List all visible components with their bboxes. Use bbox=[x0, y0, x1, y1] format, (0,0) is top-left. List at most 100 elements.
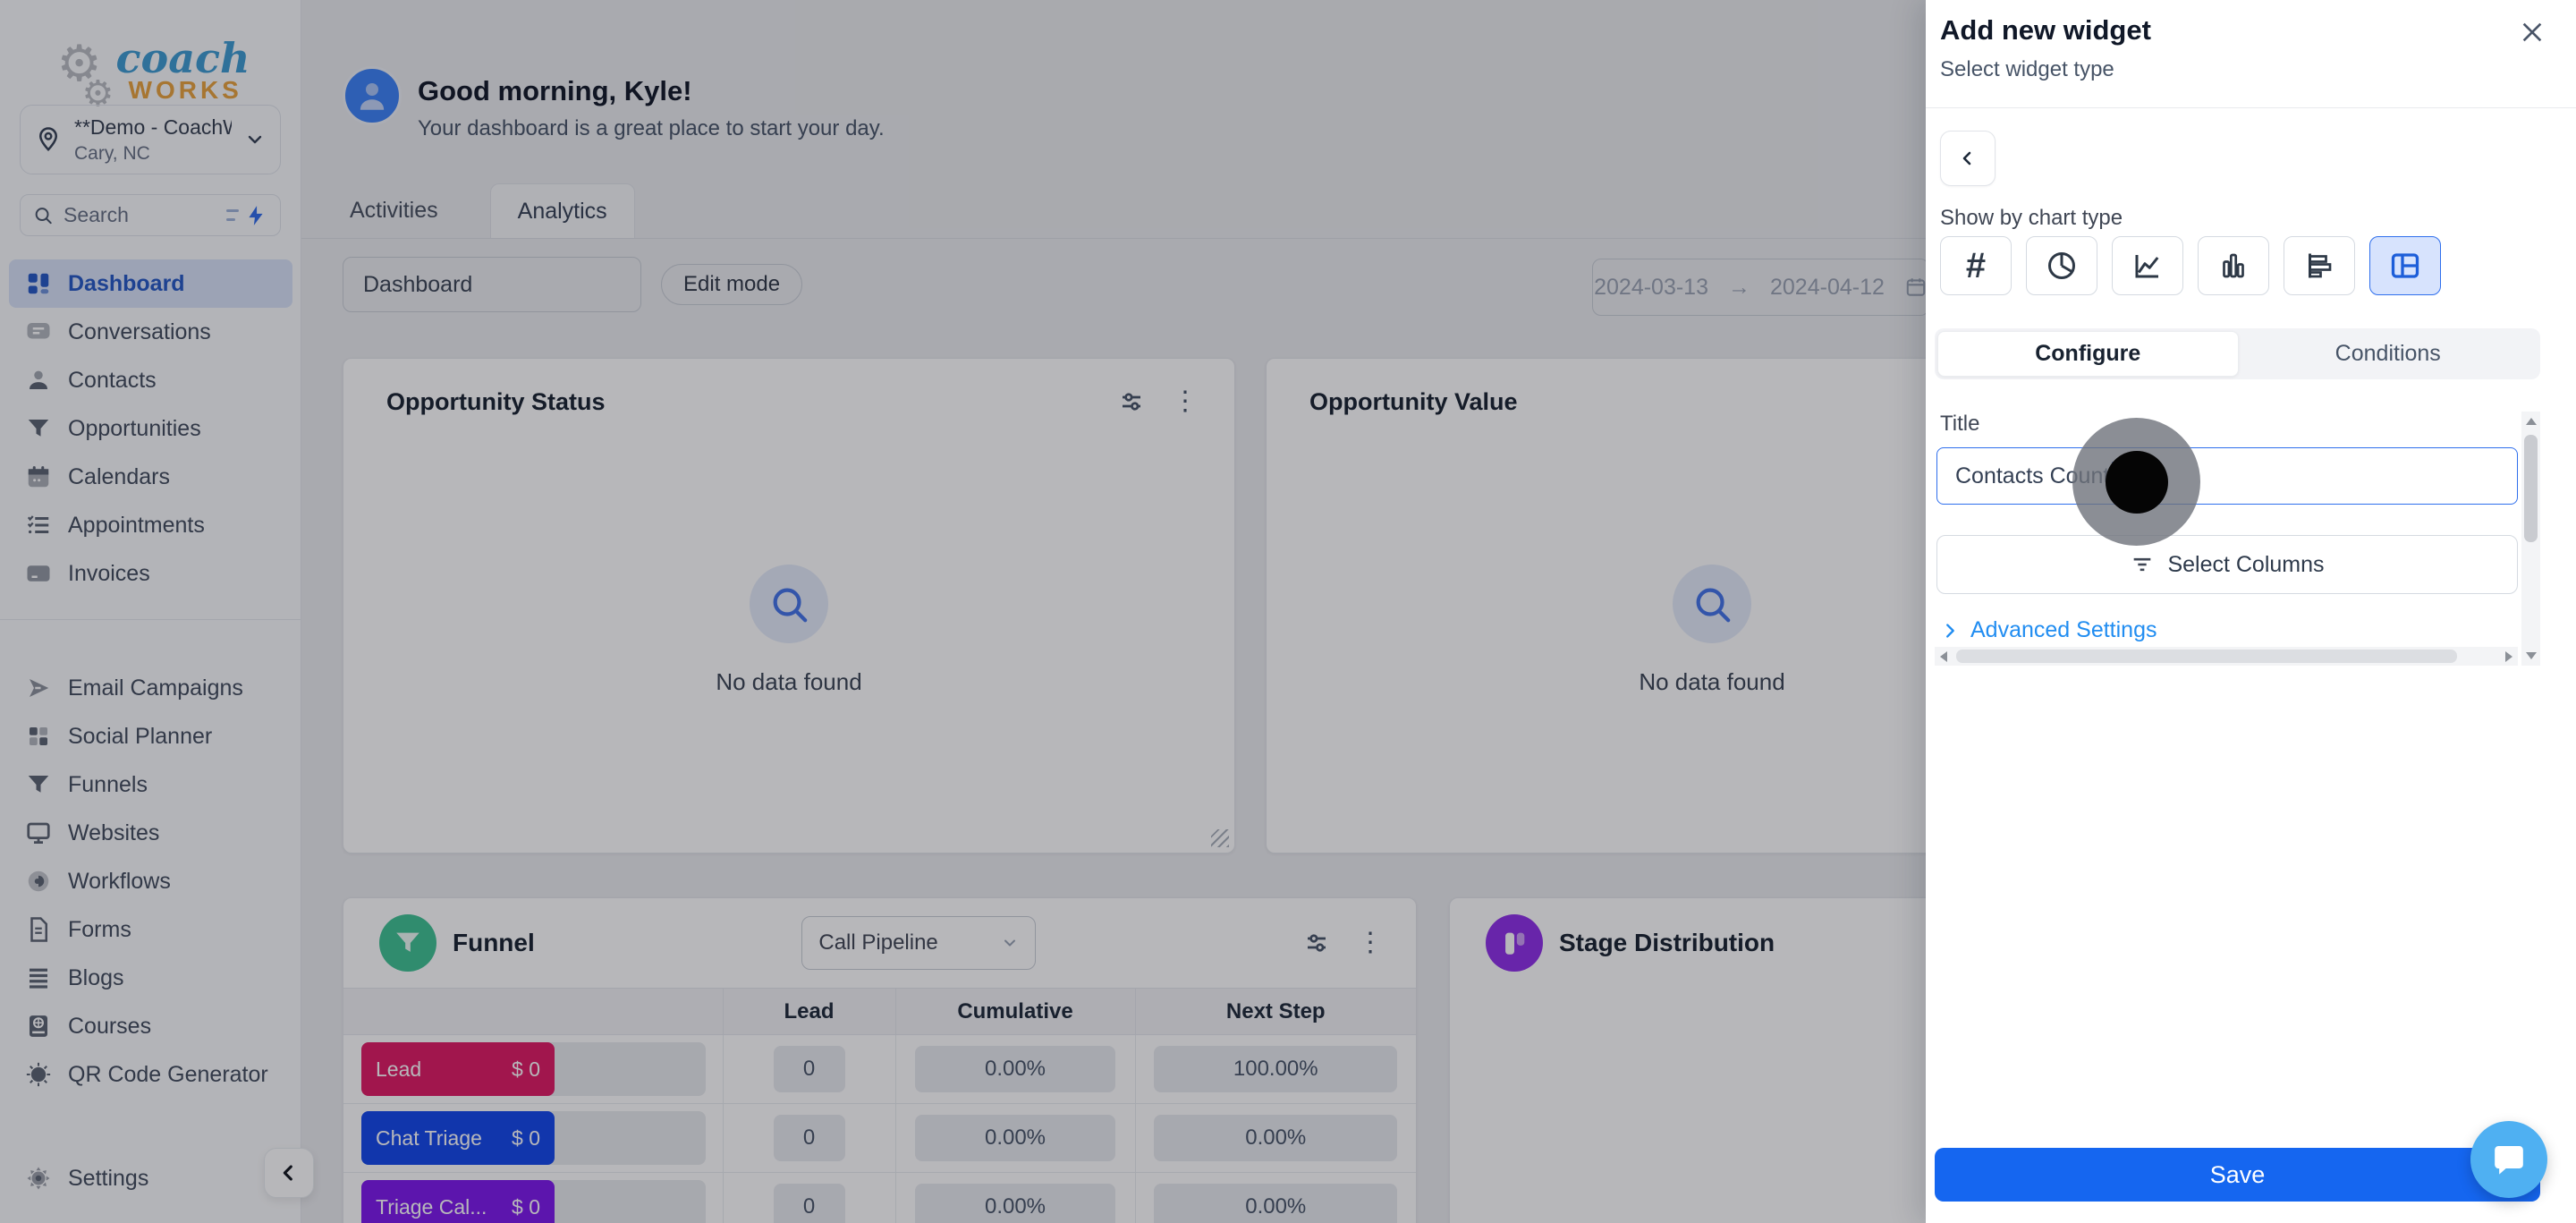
kebab-menu-icon[interactable]: ⋮ bbox=[1357, 930, 1384, 956]
pipeline-select[interactable]: Call Pipeline bbox=[801, 916, 1037, 970]
lead-count: 0 bbox=[773, 1184, 845, 1223]
chart-type-number-button[interactable]: # bbox=[1940, 236, 2012, 295]
nav-primary: Dashboard Conversations Contacts Opportu… bbox=[0, 259, 301, 598]
sidebar: ⚙⚙ coach WORKS **Demo - CoachW... Cary, … bbox=[0, 0, 301, 1223]
monitor-icon bbox=[25, 820, 52, 846]
tab-analytics[interactable]: Analytics bbox=[489, 183, 635, 238]
sidebar-item-qr-code-generator[interactable]: QR Code Generator bbox=[0, 1050, 301, 1099]
avatar[interactable] bbox=[343, 66, 402, 125]
chevron-left-icon bbox=[276, 1160, 301, 1185]
sidebar-item-workflows[interactable]: Workflows bbox=[0, 857, 301, 905]
sliders-icon[interactable] bbox=[1118, 388, 1145, 415]
sidebar-item-websites[interactable]: Websites bbox=[0, 809, 301, 857]
send-icon bbox=[25, 675, 52, 701]
empty-state-text: No data found bbox=[716, 668, 862, 695]
chart-type-label: Show by chart type bbox=[1940, 206, 2123, 230]
back-button[interactable] bbox=[1940, 131, 1996, 186]
cumulative-pct: 0.00% bbox=[915, 1115, 1115, 1161]
vertical-scrollbar[interactable] bbox=[2521, 412, 2540, 666]
sidebar-item-email-campaigns[interactable]: Email Campaigns bbox=[0, 664, 301, 712]
sliders-icon[interactable] bbox=[1303, 930, 1330, 956]
stage-pill[interactable]: Triage Cal... $ 0 bbox=[361, 1180, 555, 1223]
sidebar-divider bbox=[0, 619, 301, 620]
location-switcher[interactable]: **Demo - CoachW... Cary, NC bbox=[20, 105, 281, 174]
card-icon bbox=[25, 560, 52, 587]
stage-pill[interactable]: Lead $ 0 bbox=[361, 1042, 555, 1096]
lead-count: 0 bbox=[773, 1115, 845, 1161]
sidebar-item-blogs[interactable]: Blogs bbox=[0, 954, 301, 1002]
date-end: 2024-04-12 bbox=[1770, 274, 1885, 300]
sidebar-item-invoices[interactable]: Invoices bbox=[0, 549, 301, 598]
edit-mode-button[interactable]: Edit mode bbox=[661, 264, 803, 305]
quick-actions-icon[interactable] bbox=[226, 204, 267, 227]
sidebar-item-forms[interactable]: Forms bbox=[0, 905, 301, 954]
date-range-picker[interactable]: 2024-03-13 → 2024-04-12 bbox=[1592, 259, 1929, 316]
drawer-subtitle: Select widget type bbox=[1940, 57, 2114, 81]
resize-handle[interactable] bbox=[1211, 829, 1229, 847]
chart-type-pie-button[interactable] bbox=[2026, 236, 2097, 295]
sidebar-item-settings[interactable]: Settings bbox=[0, 1154, 301, 1202]
location-name: **Demo - CoachW... bbox=[74, 115, 232, 139]
line-chart-icon bbox=[2131, 250, 2164, 282]
drawer-title: Add new widget bbox=[1940, 14, 2151, 46]
sidebar-item-calendars[interactable]: Calendars bbox=[0, 453, 301, 501]
tab-configure[interactable]: Configure bbox=[1937, 331, 2239, 377]
dashboard-select[interactable]: Dashboard bbox=[343, 257, 641, 312]
no-data-magnifier-icon bbox=[1673, 565, 1751, 643]
funnel-icon bbox=[25, 415, 52, 442]
filter-icon bbox=[2130, 552, 2155, 577]
gear-icon bbox=[25, 1165, 52, 1192]
date-start: 2024-03-13 bbox=[1594, 274, 1708, 300]
sidebar-search[interactable] bbox=[20, 194, 281, 236]
horizontal-scrollbar[interactable] bbox=[1935, 647, 2518, 666]
save-button[interactable]: Save bbox=[1935, 1148, 2540, 1202]
checklist-icon bbox=[25, 512, 52, 539]
lines-icon bbox=[25, 964, 52, 991]
person-icon bbox=[353, 77, 391, 115]
logo-gears-icon: ⚙ ⚙ bbox=[56, 35, 114, 114]
chart-type-line-button[interactable] bbox=[2112, 236, 2183, 295]
sidebar-item-opportunities[interactable]: Opportunities bbox=[0, 404, 301, 453]
bar-chart-icon bbox=[2217, 250, 2250, 282]
drawer-divider bbox=[1926, 107, 2576, 108]
lead-count: 0 bbox=[773, 1046, 845, 1092]
grid4-icon bbox=[25, 723, 52, 750]
column-header-cumulative: Cumulative bbox=[895, 988, 1136, 1035]
add-widget-drawer: Add new widget Select widget type Show b… bbox=[1926, 0, 2576, 1223]
chart-type-horizontal-bar-button[interactable] bbox=[2284, 236, 2355, 295]
widget-opportunity-status: Opportunity Status ⋮ No data found bbox=[343, 358, 1235, 854]
search-icon bbox=[33, 205, 53, 225]
advanced-settings-link[interactable]: Advanced Settings bbox=[1940, 617, 2157, 643]
select-columns-button[interactable]: Select Columns bbox=[1936, 535, 2518, 594]
location-city: Cary, NC bbox=[74, 142, 150, 164]
funnel-row-chat-triage: Chat Triage $ 0 0 0.00% 0.00% bbox=[343, 1103, 1416, 1173]
nav-footer: Settings bbox=[0, 1154, 301, 1202]
chart-type-table-button[interactable] bbox=[2369, 236, 2441, 295]
sidebar-item-appointments[interactable]: Appointments bbox=[0, 501, 301, 549]
sidebar-item-dashboard[interactable]: Dashboard bbox=[9, 259, 292, 308]
tab-activities[interactable]: Activities bbox=[323, 183, 465, 238]
column-header-blank bbox=[343, 988, 724, 1035]
sidebar-item-courses[interactable]: Courses bbox=[0, 1002, 301, 1050]
coachworks-logo: ⚙ ⚙ coach WORKS bbox=[0, 27, 301, 116]
hash-icon: # bbox=[1965, 246, 1987, 285]
sidebar-collapse-button[interactable] bbox=[264, 1148, 314, 1198]
sidebar-item-social-planner[interactable]: Social Planner bbox=[0, 712, 301, 760]
tab-conditions[interactable]: Conditions bbox=[2239, 331, 2538, 377]
widget-title: Funnel bbox=[453, 929, 535, 956]
kebab-menu-icon[interactable]: ⋮ bbox=[1172, 388, 1199, 415]
pie-chart-icon bbox=[2046, 250, 2078, 282]
close-icon[interactable] bbox=[2518, 18, 2546, 47]
chart-type-bar-button[interactable] bbox=[2198, 236, 2269, 295]
sidebar-item-contacts[interactable]: Contacts bbox=[0, 356, 301, 404]
sidebar-item-funnels[interactable]: Funnels bbox=[0, 760, 301, 809]
search-input[interactable] bbox=[64, 203, 216, 227]
funnel-icon bbox=[25, 771, 52, 798]
no-data-magnifier-icon bbox=[750, 565, 828, 643]
circle-dot-icon bbox=[25, 868, 52, 895]
stage-pill[interactable]: Chat Triage $ 0 bbox=[361, 1111, 555, 1165]
sidebar-item-conversations[interactable]: Conversations bbox=[0, 308, 301, 356]
funnel-table: Lead Cumulative Next Step Lead $ 0 0 0.00… bbox=[343, 988, 1416, 1223]
chat-launcher-button[interactable] bbox=[2470, 1121, 2547, 1198]
widget-title-input[interactable]: Contacts Count bbox=[1936, 447, 2518, 505]
